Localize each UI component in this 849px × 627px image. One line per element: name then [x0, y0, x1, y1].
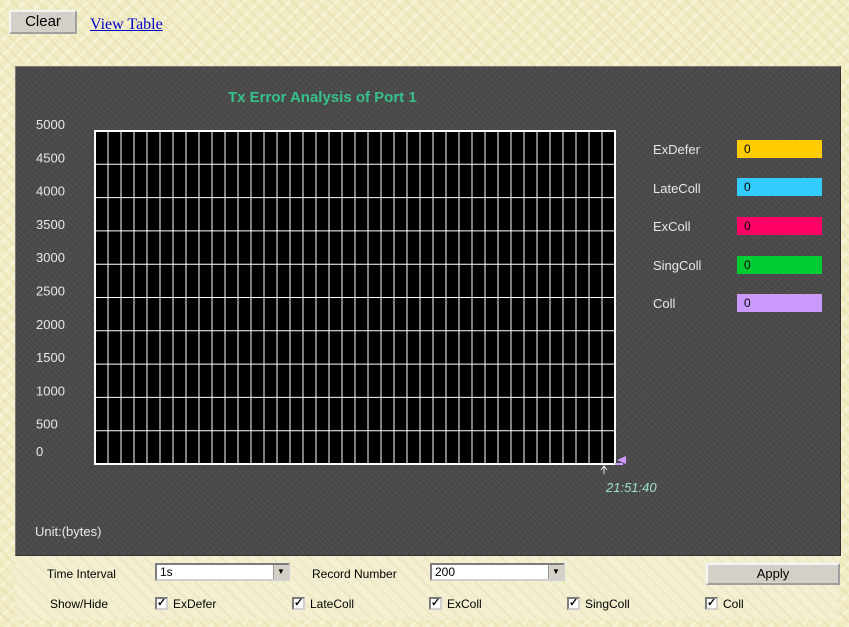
legend-label-latecoll: LateColl	[653, 181, 701, 196]
checkbox-latecoll[interactable]: ✓ LateColl	[292, 595, 354, 611]
y-tick-label: 1000	[36, 383, 65, 398]
y-tick-label: 1500	[36, 350, 65, 365]
record-number-select[interactable]: 200 ▼	[430, 563, 565, 581]
record-number-value: 200	[435, 565, 456, 579]
chart-title: Tx Error Analysis of Port 1	[228, 89, 417, 106]
y-tick-label: 500	[36, 417, 58, 432]
time-interval-label: Time Interval	[47, 567, 116, 581]
legend-label-excoll: ExColl	[653, 219, 691, 234]
legend-label-exdefer: ExDefer	[653, 142, 700, 157]
checkbox-singcoll[interactable]: ✓ SingColl	[567, 595, 630, 611]
checkbox-singcoll-box[interactable]: ✓	[567, 597, 580, 611]
time-interval-value: 1s	[160, 565, 173, 579]
checkbox-coll[interactable]: ✓ Coll	[705, 595, 744, 611]
checkbox-excoll-box[interactable]: ✓	[429, 597, 442, 611]
checkbox-coll-box[interactable]: ✓	[705, 597, 718, 611]
apply-button[interactable]: Apply	[706, 563, 840, 585]
legend-value-singcoll: 0	[737, 256, 822, 274]
checkbox-exdefer[interactable]: ✓ ExDefer	[155, 595, 216, 611]
legend-value-exdefer: 0	[737, 140, 822, 158]
checkbox-exdefer-label: ExDefer	[173, 596, 217, 611]
checkbox-excoll-label: ExColl	[447, 596, 482, 611]
checkbox-singcoll-label: SingColl	[585, 596, 630, 611]
record-number-label: Record Number	[312, 567, 397, 581]
checkbox-latecoll-box[interactable]: ✓	[292, 597, 305, 611]
legend-value-excoll: 0	[737, 217, 822, 235]
legend-value-latecoll: 0	[737, 178, 822, 196]
chart-graphic: 5000450040003500300025002000150010005000	[36, 117, 626, 474]
checkbox-coll-label: Coll	[723, 596, 744, 611]
y-tick-label: 4000	[36, 184, 65, 199]
checkbox-exdefer-box[interactable]: ✓	[155, 597, 168, 611]
series-end-marker	[617, 456, 626, 464]
y-tick-label: 5000	[36, 117, 65, 132]
controls-bar: Time Interval 1s ▼ Record Number 200 ▼ A…	[15, 556, 840, 620]
dropdown-arrow-icon[interactable]: ▼	[548, 565, 563, 579]
show-hide-label: Show/Hide	[50, 597, 109, 611]
unit-label: Unit:(bytes)	[35, 524, 102, 539]
y-tick-label: 3500	[36, 217, 65, 232]
y-tick-label: 0	[36, 444, 43, 459]
checkbox-excoll[interactable]: ✓ ExColl	[429, 595, 482, 611]
checkbox-latecoll-label: LateColl	[310, 596, 355, 611]
legend-label-singcoll: SingColl	[653, 258, 702, 273]
time-interval-select[interactable]: 1s ▼	[155, 563, 290, 581]
y-tick-label: 2500	[36, 284, 65, 299]
y-tick-label: 4500	[36, 150, 65, 165]
y-tick-label: 3000	[36, 250, 65, 265]
time-axis-label: 21:51:40	[606, 480, 657, 495]
legend-value-coll: 0	[737, 294, 822, 312]
legend-label-coll: Coll	[653, 296, 676, 311]
y-tick-label: 2000	[36, 317, 65, 332]
dropdown-arrow-icon[interactable]: ▼	[273, 565, 288, 579]
